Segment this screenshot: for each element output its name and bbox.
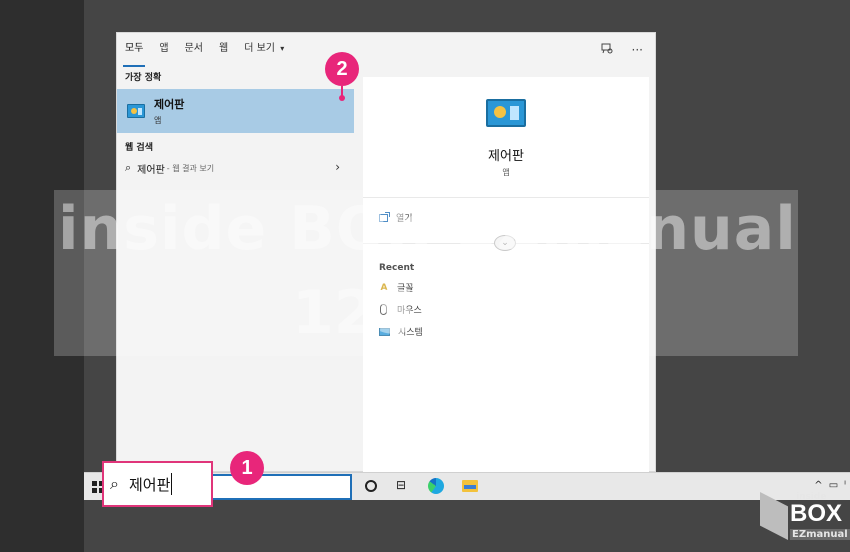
search-icon: ⌕ [125, 161, 132, 174]
logo-shape [760, 492, 788, 540]
brand-logo: inside BOX EZmanual [760, 492, 850, 548]
web-search-item[interactable]: ⌕ 제어판 - 웹 결과 보기 › [117, 157, 354, 179]
chevron-right-icon: › [335, 160, 340, 174]
network-icon[interactable]: ▭ [829, 480, 838, 491]
tab-web[interactable]: 웹 [211, 33, 236, 67]
logo-ez-text: EZmanual [790, 529, 850, 540]
watermark-text: inside BOX EZmanual [58, 194, 797, 264]
search-query: 제어판 [128, 475, 171, 494]
tab-documents[interactable]: 문서 [177, 33, 211, 67]
best-match-type: 앱 [154, 116, 162, 125]
search-input[interactable]: ⌕ 제어판 [102, 461, 213, 507]
caret-down-icon: ▾ [280, 44, 285, 53]
edge-icon[interactable] [428, 478, 444, 494]
file-explorer-icon[interactable] [462, 480, 478, 492]
cortana-icon[interactable] [365, 480, 377, 492]
tab-more[interactable]: 더 보기 ▾ [236, 33, 292, 67]
filter-actions: ··· [601, 33, 643, 67]
tab-all[interactable]: 모두 [117, 33, 151, 67]
feedback-icon[interactable] [601, 43, 614, 58]
web-search-term: 제어판 [137, 164, 165, 176]
callout-badge-2: 2 [325, 52, 359, 86]
web-search-heading: 웹 검색 [125, 143, 153, 153]
more-options-icon[interactable]: ··· [632, 43, 643, 57]
best-match-name: 제어판 [154, 98, 185, 111]
input-indicator-icon[interactable]: ᴵ [844, 480, 846, 491]
logo-box-text: BOX [790, 500, 843, 527]
tab-more-label: 더 보기 [244, 43, 275, 54]
callout-badge-1: 1 [230, 451, 264, 485]
web-search-sub: - 웹 결과 보기 [166, 163, 215, 173]
control-panel-large-icon [486, 99, 526, 127]
search-icon: ⌕ [110, 474, 119, 493]
best-match-heading: 가장 정확 [125, 73, 162, 83]
detail-title: 제어판 [488, 149, 524, 164]
callout-pointer-dot [339, 95, 345, 101]
text-caret [171, 473, 173, 495]
filter-bar: 모두 앱 문서 웹 더 보기 ▾ ··· [117, 33, 657, 67]
system-tray: ^ ▭ ᴵ [814, 480, 846, 491]
best-match-texts: 제어판 앱 [154, 96, 184, 126]
best-match-control-panel[interactable]: 제어판 앱 [117, 89, 354, 133]
task-view-icon[interactable]: ⊟ [396, 478, 406, 492]
control-panel-icon [127, 104, 145, 118]
watermark-number: 12520 [292, 278, 501, 348]
tray-chevron-icon[interactable]: ^ [814, 480, 822, 491]
tab-apps[interactable]: 앱 [151, 33, 176, 67]
detail-subtitle: 앱 [502, 168, 510, 177]
